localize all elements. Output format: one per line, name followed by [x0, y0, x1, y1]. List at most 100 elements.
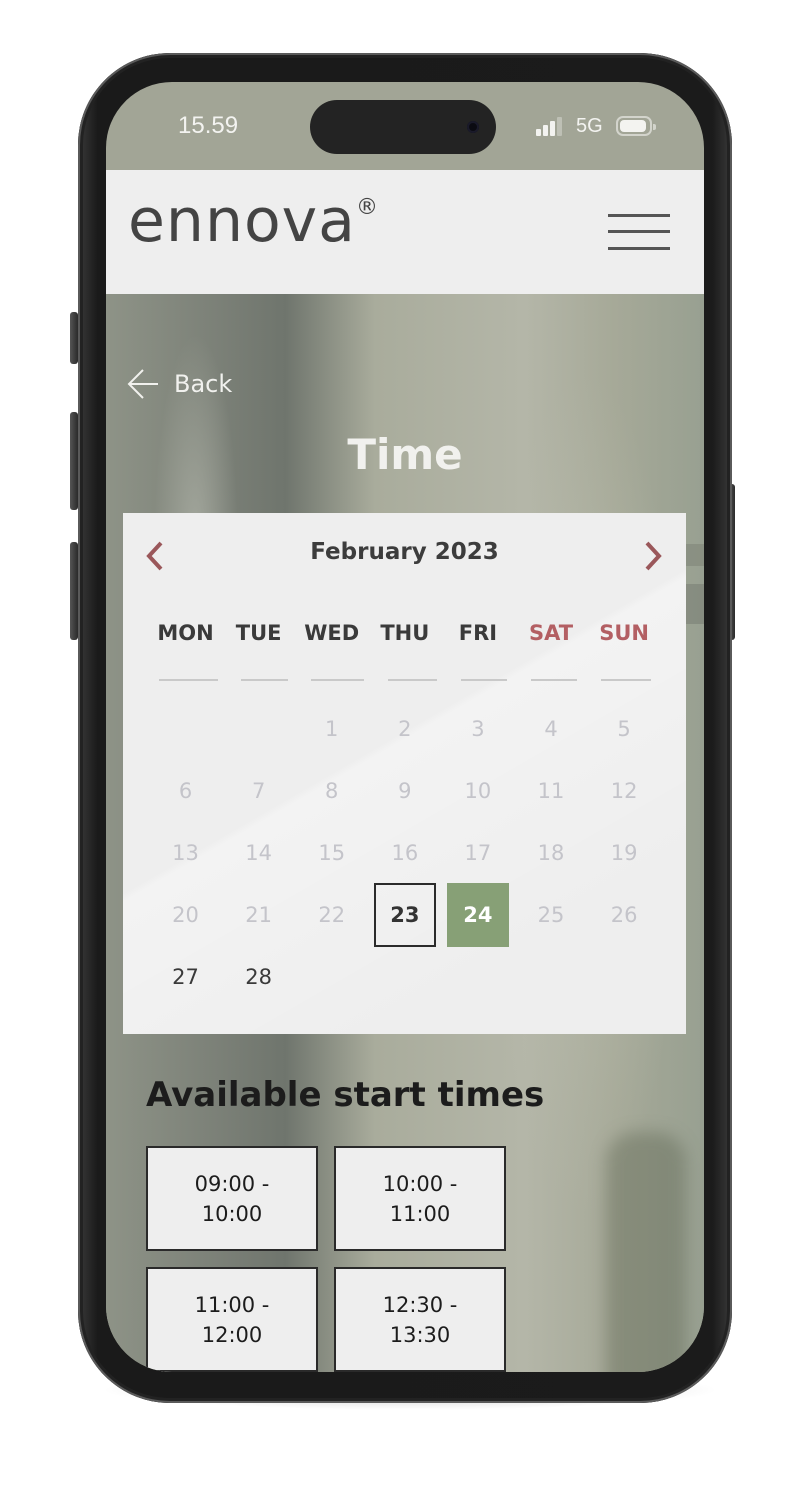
chevron-right-icon[interactable] [641, 539, 665, 573]
calendar-day-11: 11 [514, 760, 587, 822]
calendar-day-27[interactable]: 27 [149, 946, 222, 1008]
camera-icon [467, 121, 479, 133]
ennova-logo[interactable]: ennova® [128, 186, 379, 256]
back-link[interactable]: Back [126, 367, 232, 401]
weekday-underline [461, 679, 507, 681]
day-number: 1 [325, 717, 339, 741]
day-number: 3 [471, 717, 485, 741]
calendar-day-4: 4 [514, 698, 587, 760]
calendar-day-empty [514, 946, 587, 1008]
weekday-header: MON TUE WED THU FRI SAT SUN [149, 621, 661, 645]
calendar-day-14: 14 [222, 822, 295, 884]
time-slot-button[interactable]: 10:00 - 11:00 [334, 1146, 506, 1251]
time-slots: 09:00 - 10:00 10:00 - 11:00 11:00 - 12:00 1… [146, 1146, 508, 1372]
weekday-fri: FRI [458, 621, 498, 645]
weekday-wed: WED [304, 621, 360, 645]
day-number: 13 [172, 841, 199, 865]
status-time: 15.59 [178, 112, 239, 139]
page-title: Time [347, 430, 463, 479]
calendar-day-empty [295, 946, 368, 1008]
calendar-week: 13 14 15 16 17 18 19 [149, 822, 661, 884]
site-header: ennova® [106, 170, 704, 294]
day-number: 14 [245, 841, 272, 865]
calendar-day-20: 20 [149, 884, 222, 946]
weekday-sun: SUN [599, 621, 649, 645]
calendar-day-18: 18 [514, 822, 587, 884]
day-number: 9 [398, 779, 412, 803]
calendar-day-26: 26 [588, 884, 661, 946]
day-number: 5 [617, 717, 631, 741]
calendar-day-empty [588, 946, 661, 1008]
calendar-day-15: 15 [295, 822, 368, 884]
calendar-week: 1 2 3 4 5 [149, 698, 661, 760]
calendar-day-8: 8 [295, 760, 368, 822]
logo-text: ennova [128, 186, 356, 256]
weekday-tue: TUE [235, 621, 282, 645]
weekday-mon: MON [157, 621, 214, 645]
calendar-day-6: 6 [149, 760, 222, 822]
time-slot-button[interactable]: 12:30 - 13:30 [334, 1267, 506, 1372]
calendar-day-empty [441, 946, 514, 1008]
day-number: 28 [245, 965, 272, 989]
action-button [70, 312, 78, 364]
calendar-week: 6 7 8 9 10 11 12 [149, 760, 661, 822]
time-slot-label: 10:00 - 11:00 [382, 1171, 458, 1226]
day-number: 4 [544, 717, 558, 741]
calendar-day-10: 10 [441, 760, 514, 822]
calendar-day-19: 19 [588, 822, 661, 884]
day-number: 10 [464, 779, 492, 803]
dynamic-island [310, 100, 496, 154]
weekday-underline [241, 679, 288, 681]
calendar-day-16: 16 [368, 822, 441, 884]
time-slot-label: 11:00 - 12:00 [194, 1292, 270, 1347]
day-number: 26 [610, 903, 638, 927]
calendar-day-2: 2 [368, 698, 441, 760]
day-number: 18 [537, 841, 565, 865]
arrow-left-icon [127, 369, 158, 399]
calendar: February 2023 MON TUE WED THU FRI SAT SUN 1234… [123, 513, 686, 1034]
day-number: 16 [391, 841, 419, 865]
registered-mark: ® [355, 195, 379, 220]
calendar-day-13: 13 [149, 822, 222, 884]
time-slot-button[interactable]: 09:00 - 10:00 [146, 1146, 318, 1251]
back-label: Back [174, 370, 233, 398]
calendar-day-24[interactable]: 24 [441, 883, 514, 947]
calendar-day-7: 7 [222, 760, 295, 822]
day-number: 2 [398, 717, 412, 741]
calendar-day-empty [222, 698, 295, 760]
day-number: 23 [373, 883, 436, 947]
day-number: 8 [325, 779, 339, 803]
day-number: 7 [251, 779, 266, 803]
weekday-underline [159, 679, 218, 681]
volume-down-button [70, 542, 78, 640]
hamburger-icon[interactable] [608, 214, 670, 250]
time-slot-button[interactable]: 11:00 - 12:00 [146, 1267, 318, 1372]
calendar-day-23[interactable]: 23 [368, 883, 441, 947]
calendar-day-21: 21 [222, 884, 295, 946]
calendar-day-25: 25 [514, 884, 587, 946]
day-number: 24 [446, 883, 509, 947]
phone-screen: 15.59 5G ennova® Back Time February 2023 [106, 82, 704, 1372]
weekday-thu: THU [380, 621, 430, 645]
weekday-underline [601, 679, 651, 681]
day-number: 15 [318, 841, 346, 865]
day-number: 19 [610, 841, 638, 865]
day-number: 25 [537, 903, 565, 927]
day-number: 12 [610, 779, 638, 803]
calendar-day-5: 5 [588, 698, 661, 760]
calendar-day-9: 9 [368, 760, 441, 822]
calendar-day-17: 17 [441, 822, 514, 884]
volume-up-button [70, 412, 78, 510]
weekday-underline [388, 679, 437, 681]
day-number: 21 [245, 903, 272, 927]
day-number: 11 [537, 779, 565, 803]
status-bar: 15.59 5G [106, 82, 704, 172]
weekday-sat: SAT [528, 621, 574, 645]
weekday-underline [311, 679, 364, 681]
background-plant [606, 1132, 686, 1372]
day-number: 17 [464, 841, 492, 865]
calendar-day-1: 1 [295, 698, 368, 760]
weekday-underline [531, 679, 577, 681]
calendar-day-28[interactable]: 28 [222, 946, 295, 1008]
calendar-days: 1 2 3 4 5 6 7 8 9 10 11 12 13 14 15 16 17 18 19 20 21 22 23 24 2… [149, 698, 661, 1008]
